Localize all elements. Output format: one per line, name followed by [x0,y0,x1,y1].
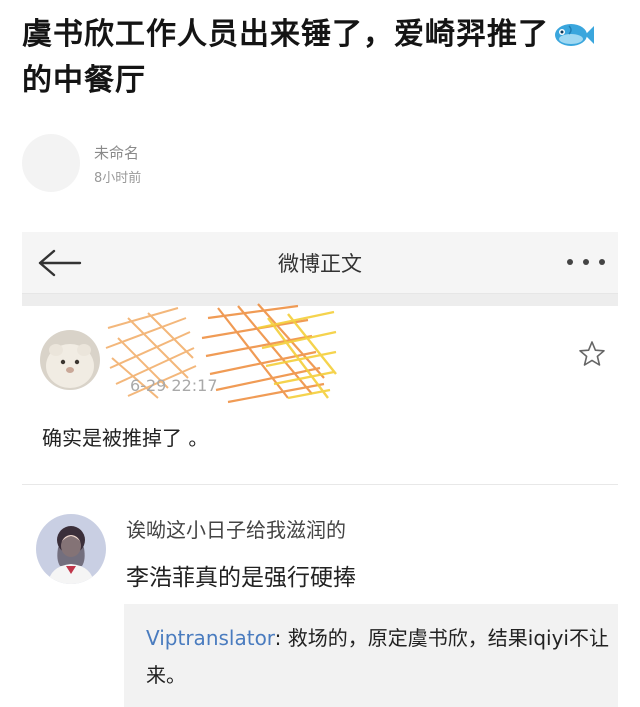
author-row[interactable]: 未命名 8小时前 [22,134,322,194]
comment-text: 李浩菲真的是强行硬捧 [126,565,356,591]
commenter-name[interactable]: 诶呦这小日子给我滋润的 [126,514,346,543]
fish-icon [555,24,594,46]
more-dots-icon[interactable] [564,256,608,268]
weibo-time: 6-29 22:17 [130,376,218,395]
star-outline-icon[interactable] [578,340,606,368]
weibo-user-avatar[interactable] [40,330,100,390]
reply-box[interactable]: Viptranslator: 救场的，原定虞书欣，结果iqiyi不让来。 [124,604,618,707]
reply-text: Viptranslator: 救场的，原定虞书欣，结果iqiyi不让来。 [146,620,611,694]
weibo-text: 确实是被推掉了 。 [42,426,209,450]
post-title-part1: 虞书欣工作人员出来锤了，爱崎羿推了 [22,17,549,52]
author-avatar[interactable] [22,134,80,192]
nav-title: 微博正文 [278,252,362,276]
author-name[interactable]: 未命名 [94,142,139,163]
post-time: 8小时前 [94,171,142,186]
commenter-avatar[interactable] [36,514,106,584]
weibo-navbar: 微博正文 [22,232,618,294]
post-title: 虞书欣工作人员出来锤了，爱崎羿推了 的中餐厅 [22,12,622,104]
reply-username[interactable]: Viptranslator [146,626,275,650]
divider [22,484,618,485]
post-title-part2: 的中餐厅 [22,63,146,98]
weibo-screenshot: 微博正文 6-29 22:17 确实是被推掉了 。 诶呦这小日子给我滋润的 李浩… [22,232,618,707]
